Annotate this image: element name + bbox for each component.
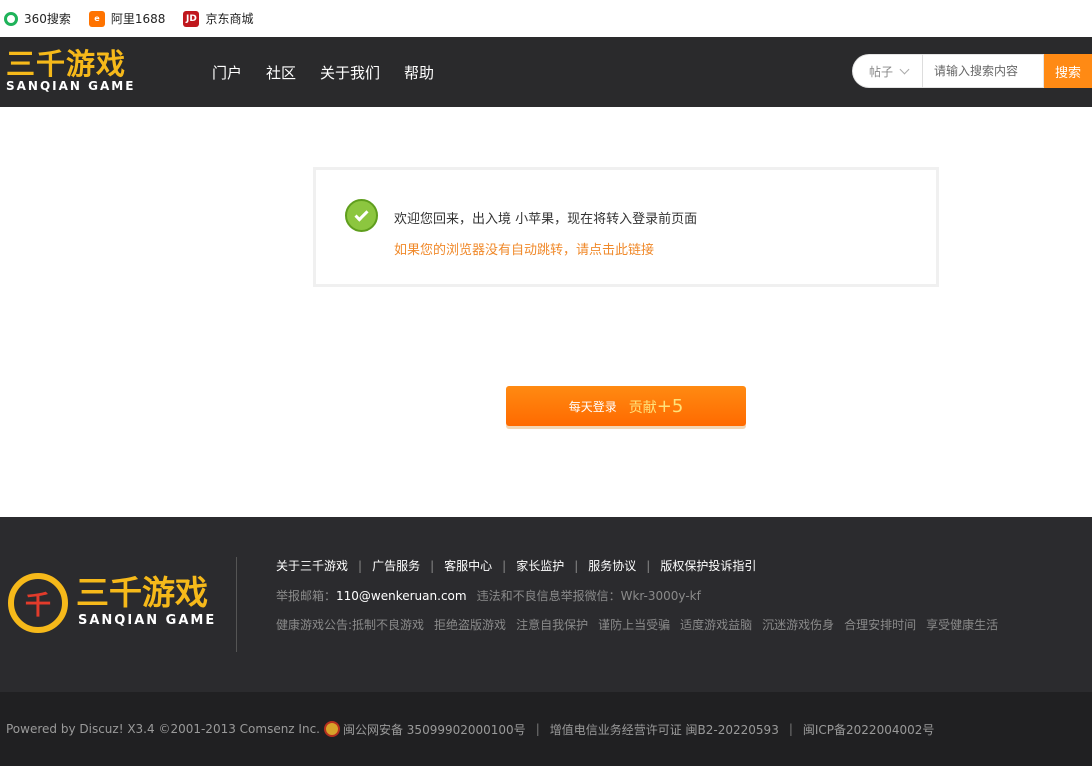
health-item: 享受健康生活 [926, 618, 999, 632]
footer-link-ads[interactable]: 广告服务 [372, 557, 420, 574]
police-badge-icon [323, 721, 340, 737]
bookmark-alibaba-1688[interactable]: e 阿里1688 [88, 10, 166, 27]
footer-logo-emblem-icon: 千 [8, 573, 68, 633]
nav-about-us[interactable]: 关于我们 [320, 62, 380, 83]
bookmark-label: 京东商城 [205, 12, 254, 26]
site-logo[interactable]: 三千游戏 SANQIAN GAME [6, 49, 146, 95]
footer-link-copyright[interactable]: 版权保护投诉指引 [660, 557, 756, 574]
report-wechat: 违法和不良信息举报微信：Wkr-3000y-kf [476, 589, 701, 603]
powered-by: Powered by Discuz! X3.4 ©2001-2013 Comse… [6, 722, 320, 736]
footer-links: 关于三千游戏 | 广告服务 | 客服中心 | 家长监护 | 服务协议 | 版权保… [276, 557, 756, 574]
search-type-select[interactable]: 帖子 [852, 54, 922, 88]
footer-logo-english-text: SANQIAN GAME [78, 613, 217, 628]
police-record[interactable]: 闽公网安备 35099902000100号 [343, 721, 526, 738]
welcome-message: 欢迎您回来，出入境 小苹果，现在将转入登录前页面 [394, 212, 698, 227]
site-header: 三千游戏 SANQIAN GAME 门户 社区 关于我们 帮助 帖子 搜索 [0, 37, 1092, 107]
bookmark-jd[interactable]: JD 京东商城 [183, 10, 253, 27]
health-item: 谨防上当受骗 [598, 618, 671, 632]
footer-report-line: 举报邮箱：110@wenkeruan.com 违法和不良信息举报微信：Wkr-30… [276, 587, 701, 604]
footer-logo-chinese-text: 三千游戏 [76, 573, 208, 612]
copyright-bar: Powered by Discuz! X3.4 ©2001-2013 Comse… [0, 692, 1092, 766]
health-item: 注意自我保护 [516, 618, 589, 632]
logo-english-text: SANQIAN GAME [6, 79, 136, 93]
success-check-icon [345, 199, 378, 232]
site-footer: 千 三千游戏 SANQIAN GAME 关于三千游戏 | 广告服务 | 客服中心… [0, 517, 1092, 692]
health-item: 合理安排时间 [844, 618, 917, 632]
footer-link-separator: | [574, 558, 579, 573]
bookmark-label: 360搜索 [24, 12, 71, 26]
report-email[interactable]: 110@wenkeruan.com [336, 589, 467, 603]
jd-icon: JD [183, 10, 200, 27]
footer-health-notice: 健康游戏公告:抵制不良游戏 拒绝盗版游戏 注意自我保护 谨防上当受骗 适度游戏益… [276, 616, 998, 633]
footer-link-separator: | [430, 558, 435, 573]
footer-link-parental[interactable]: 家长监护 [516, 557, 564, 574]
footer-divider [236, 557, 237, 652]
bottom-separator: | [788, 722, 793, 736]
report-email-label: 举报邮箱： [276, 589, 337, 603]
footer-link-separator: | [646, 558, 651, 573]
redirect-message-box: 欢迎您回来，出入境 小苹果，现在将转入登录前页面 如果您的浏览器没有自动跳转，请… [313, 167, 939, 287]
bonus-label: 贡献 [628, 399, 657, 416]
search-bar: 帖子 搜索 [852, 54, 1092, 88]
nav-portal[interactable]: 门户 [212, 62, 242, 83]
footer-logo: 千 三千游戏 SANQIAN GAME [8, 573, 218, 635]
health-item: 健康游戏公告:抵制不良游戏 [276, 618, 425, 632]
bookmark-360-search[interactable]: 360搜索 [4, 10, 71, 27]
chevron-down-icon [899, 64, 910, 74]
nav-help[interactable]: 帮助 [404, 62, 434, 83]
telecom-license[interactable]: 增值电信业务经营许可证 闽B2-20220593 [550, 721, 779, 738]
nav-community[interactable]: 社区 [266, 62, 296, 83]
bonus-value: +5 [656, 395, 684, 417]
footer-link-about[interactable]: 关于三千游戏 [276, 557, 348, 574]
daily-login-label: 每天登录 [568, 399, 617, 414]
redirect-link[interactable]: 如果您的浏览器没有自动跳转，请点击此链接 [394, 239, 654, 258]
daily-login-button[interactable]: 每天登录 贡献+5 [506, 386, 746, 426]
search-button[interactable]: 搜索 [1044, 54, 1092, 88]
bookmarks-bar: 360搜索 e 阿里1688 JD 京东商城 [0, 0, 1092, 37]
search-type-value: 帖子 [869, 64, 894, 79]
icp-record[interactable]: 闽ICP备2022004002号 [803, 721, 935, 738]
main-nav: 门户 社区 关于我们 帮助 [212, 37, 434, 107]
health-item: 适度游戏益脑 [680, 618, 753, 632]
bookmark-label: 阿里1688 [110, 12, 166, 26]
footer-link-separator: | [358, 558, 363, 573]
footer-link-support[interactable]: 客服中心 [444, 557, 492, 574]
footer-link-separator: | [502, 558, 507, 573]
logo-chinese-text: 三千游戏 [6, 47, 127, 81]
health-item: 沉迷游戏伤身 [762, 618, 835, 632]
alibaba-1688-icon: e [88, 10, 105, 27]
footer-link-terms[interactable]: 服务协议 [588, 557, 636, 574]
search-input[interactable] [922, 54, 1044, 88]
360-search-icon [4, 11, 18, 26]
check-mark-glyph [354, 206, 369, 222]
daily-login-bonus: 贡献+5 [629, 396, 684, 417]
bottom-separator: | [535, 722, 540, 736]
health-item: 拒绝盗版游戏 [434, 618, 507, 632]
